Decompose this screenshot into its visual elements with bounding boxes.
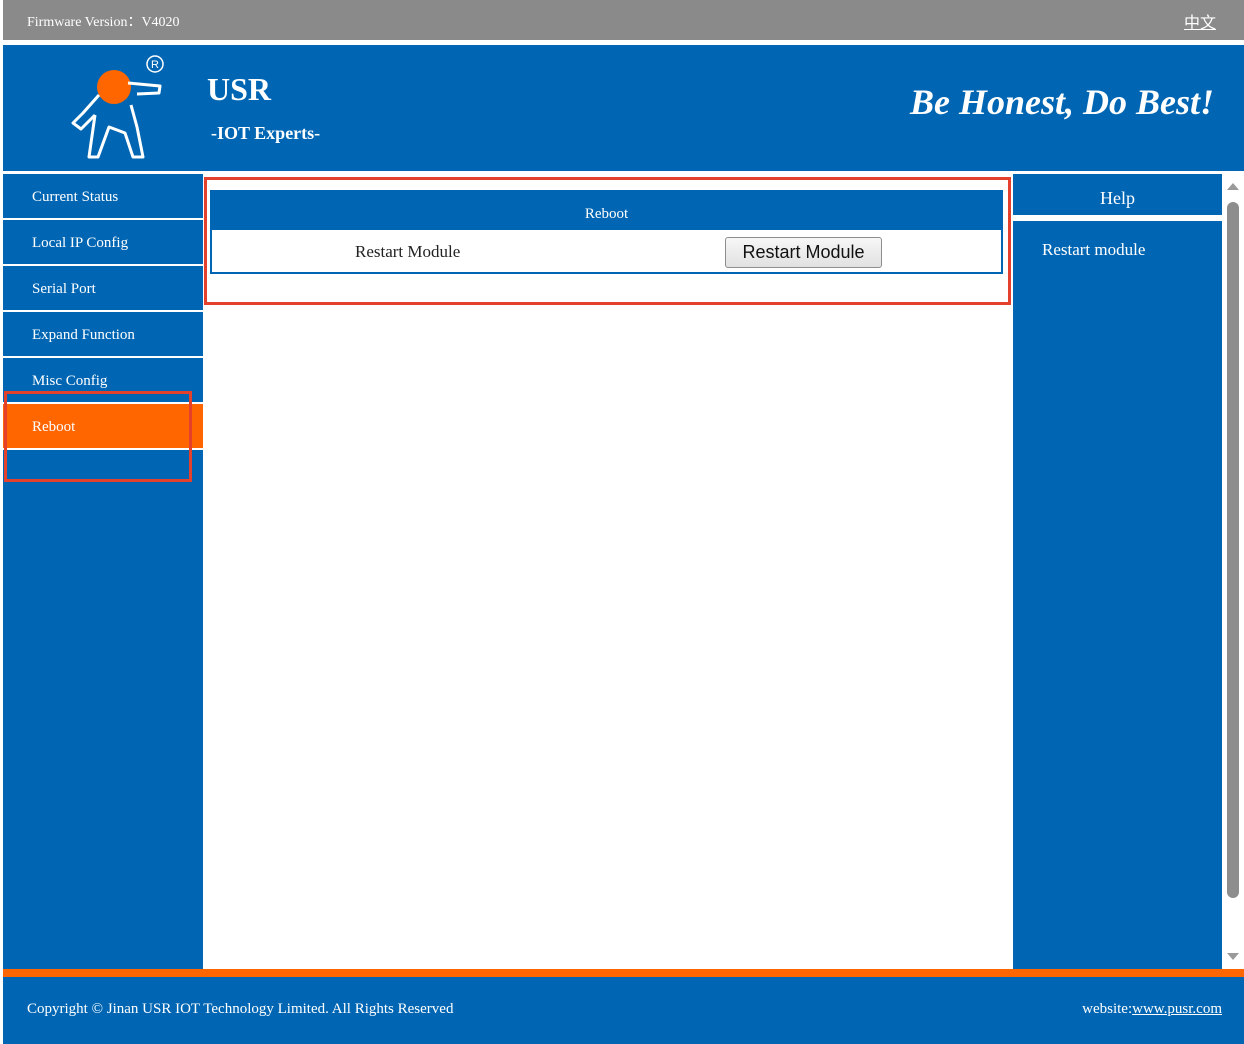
website-label: website: bbox=[1082, 1001, 1133, 1017]
panel-title: Reboot bbox=[212, 192, 1001, 230]
usr-logo-icon: R bbox=[71, 55, 164, 159]
sidebar-nav: Current Status Local IP Config Serial Po… bbox=[3, 174, 203, 969]
copyright-text: Copyright © Jinan USR IOT Technology Lim… bbox=[27, 1001, 454, 1017]
main-content: Reboot Restart Module Restart Module bbox=[203, 174, 1012, 969]
sidebar-item-current-status[interactable]: Current Status bbox=[3, 174, 203, 220]
scroll-down-arrow-icon[interactable] bbox=[1227, 953, 1239, 960]
header-banner: R USR -IOT Experts- Be Honest, Do Best! bbox=[3, 45, 1244, 171]
sidebar-item-serial-port[interactable]: Serial Port bbox=[3, 266, 203, 312]
help-text: Restart module bbox=[1042, 240, 1146, 259]
scroll-up-arrow-icon[interactable] bbox=[1227, 183, 1239, 190]
website-link[interactable]: www.pusr.com bbox=[1132, 1001, 1222, 1017]
restart-row-label: Restart Module bbox=[355, 242, 461, 261]
website-info: website:www.pusr.com bbox=[1082, 1001, 1222, 1018]
registered-mark: R bbox=[151, 59, 159, 71]
brand-name: USR bbox=[207, 71, 272, 107]
restart-row: Restart Module Restart Module bbox=[212, 230, 1001, 274]
sidebar-item-misc-config[interactable]: Misc Config bbox=[3, 358, 203, 404]
sidebar-item-local-ip-config[interactable]: Local IP Config bbox=[3, 220, 203, 266]
help-panel: Help Restart module bbox=[1013, 174, 1222, 969]
language-switch-link[interactable]: 中文 bbox=[1184, 9, 1216, 33]
footer-accent-line bbox=[3, 969, 1244, 977]
scrollbar[interactable] bbox=[1222, 174, 1244, 969]
reboot-panel: Reboot Restart Module Restart Module bbox=[210, 190, 1003, 274]
slogan: Be Honest, Do Best! bbox=[909, 82, 1214, 122]
brand-tagline: -IOT Experts- bbox=[211, 123, 321, 143]
help-title: Help bbox=[1013, 174, 1222, 221]
top-bar: Firmware Version：V4020 中文 bbox=[3, 0, 1244, 40]
sidebar-item-reboot[interactable]: Reboot bbox=[3, 404, 203, 450]
restart-module-button[interactable]: Restart Module bbox=[725, 237, 882, 268]
scrollbar-thumb[interactable] bbox=[1227, 202, 1239, 898]
firmware-version: Firmware Version：V4020 bbox=[27, 15, 180, 30]
sidebar-item-expand-function[interactable]: Expand Function bbox=[3, 312, 203, 358]
footer: Copyright © Jinan USR IOT Technology Lim… bbox=[3, 977, 1244, 1044]
